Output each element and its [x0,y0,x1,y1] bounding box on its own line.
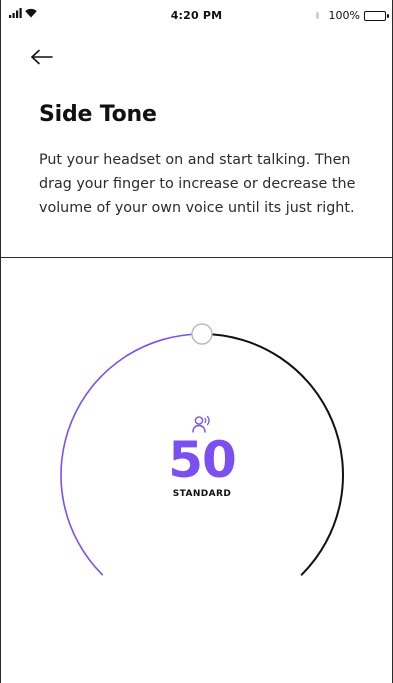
side-tone-mode: STANDARD [172,489,232,499]
side-tone-dial[interactable] [1,0,392,683]
dial-handle[interactable] [191,323,213,345]
side-tone-screen: 4:20 PM 100% Side Tone Put your headset … [0,0,393,683]
dial-readout: 50 STANDARD [102,415,302,499]
side-tone-value: 50 [168,431,237,489]
